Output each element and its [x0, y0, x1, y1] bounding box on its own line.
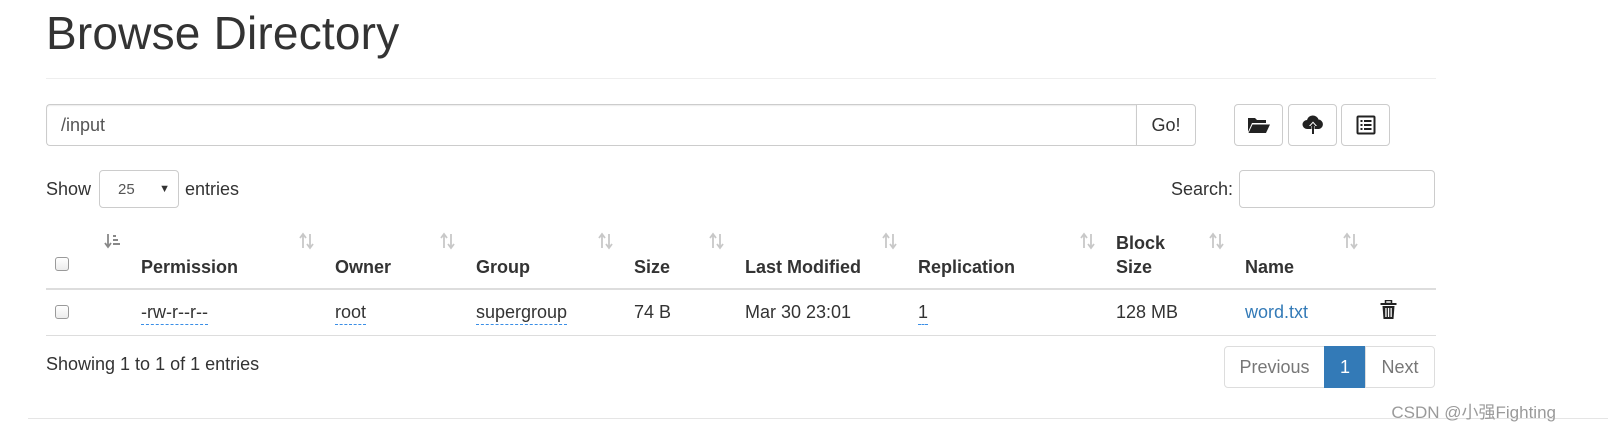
sort-both-icon[interactable]: [708, 232, 726, 250]
create-directory-button[interactable]: [1234, 104, 1283, 146]
header-size[interactable]: Size: [634, 255, 670, 279]
page-title: Browse Directory: [46, 7, 400, 59]
header-last-modified[interactable]: Last Modified: [745, 255, 861, 279]
page-size-value: 25: [118, 180, 135, 198]
cell-last-modified: Mar 30 23:01: [745, 302, 852, 322]
select-all-checkbox[interactable]: [55, 257, 69, 271]
cut-paste-button[interactable]: [1341, 104, 1390, 146]
sort-both-icon[interactable]: [298, 232, 316, 250]
trash-icon[interactable]: [1380, 299, 1397, 325]
go-button[interactable]: Go!: [1136, 104, 1196, 146]
sort-ascending-icon[interactable]: [104, 232, 122, 250]
cell-permission[interactable]: -rw-r--r--: [141, 302, 208, 325]
watermark: CSDN @小强Fighting: [1391, 403, 1556, 422]
page-size-select[interactable]: 25 ▼: [99, 170, 180, 208]
sort-both-icon[interactable]: [597, 232, 615, 250]
header-permission[interactable]: Permission: [141, 255, 238, 279]
sort-both-icon[interactable]: [881, 232, 899, 250]
table-info: Showing 1 to 1 of 1 entries: [46, 354, 260, 374]
entries-length-control: Show 25 ▼ entries: [46, 170, 239, 208]
search-label: Search:: [1170, 178, 1233, 199]
table-row: -rw-r--r-- root supergroup 74 B Mar 30 2…: [46, 290, 1436, 336]
header-replication[interactable]: Replication: [918, 255, 1015, 279]
table-header: Permission Owner Group Size Last Modifie…: [46, 226, 1436, 290]
chevron-down-icon: ▼: [159, 183, 171, 195]
header-group[interactable]: Group: [476, 255, 530, 279]
sort-both-icon[interactable]: [1342, 232, 1360, 250]
sort-both-icon[interactable]: [439, 232, 457, 250]
length-prefix: Show: [46, 178, 92, 199]
sort-both-icon[interactable]: [1208, 232, 1226, 250]
path-input[interactable]: [46, 104, 1136, 146]
pagination: Previous 1 Next: [1224, 346, 1435, 388]
length-suffix: entries: [185, 178, 240, 199]
header-owner[interactable]: Owner: [335, 255, 391, 279]
title-divider: [46, 78, 1436, 79]
cell-name-link[interactable]: word.txt: [1245, 302, 1308, 323]
cell-owner[interactable]: root: [335, 302, 367, 325]
sort-both-icon[interactable]: [1079, 232, 1097, 250]
header-block-size-line2[interactable]: Size: [1116, 255, 1152, 279]
upload-file-button[interactable]: [1288, 104, 1337, 146]
table-search: Search:: [1171, 170, 1435, 208]
cell-size: 74 B: [634, 302, 672, 322]
folder-open-icon: [1247, 115, 1271, 135]
search-input[interactable]: [1239, 170, 1435, 208]
cell-replication[interactable]: 1: [918, 302, 929, 325]
cloud-upload-icon: [1302, 115, 1324, 135]
next-page-button[interactable]: Next: [1365, 346, 1435, 388]
cell-block-size: 128 MB: [1116, 302, 1179, 322]
header-block-size-line1[interactable]: Block: [1116, 231, 1165, 255]
cell-group[interactable]: supergroup: [476, 302, 568, 325]
footer-divider: [28, 418, 1608, 419]
list-alt-icon: [1356, 115, 1376, 135]
row-checkbox[interactable]: [55, 305, 69, 319]
page-1-button[interactable]: 1: [1324, 346, 1366, 388]
header-name[interactable]: Name: [1245, 255, 1294, 279]
path-bar: Go!: [46, 104, 1196, 146]
previous-page-button[interactable]: Previous: [1224, 346, 1325, 388]
